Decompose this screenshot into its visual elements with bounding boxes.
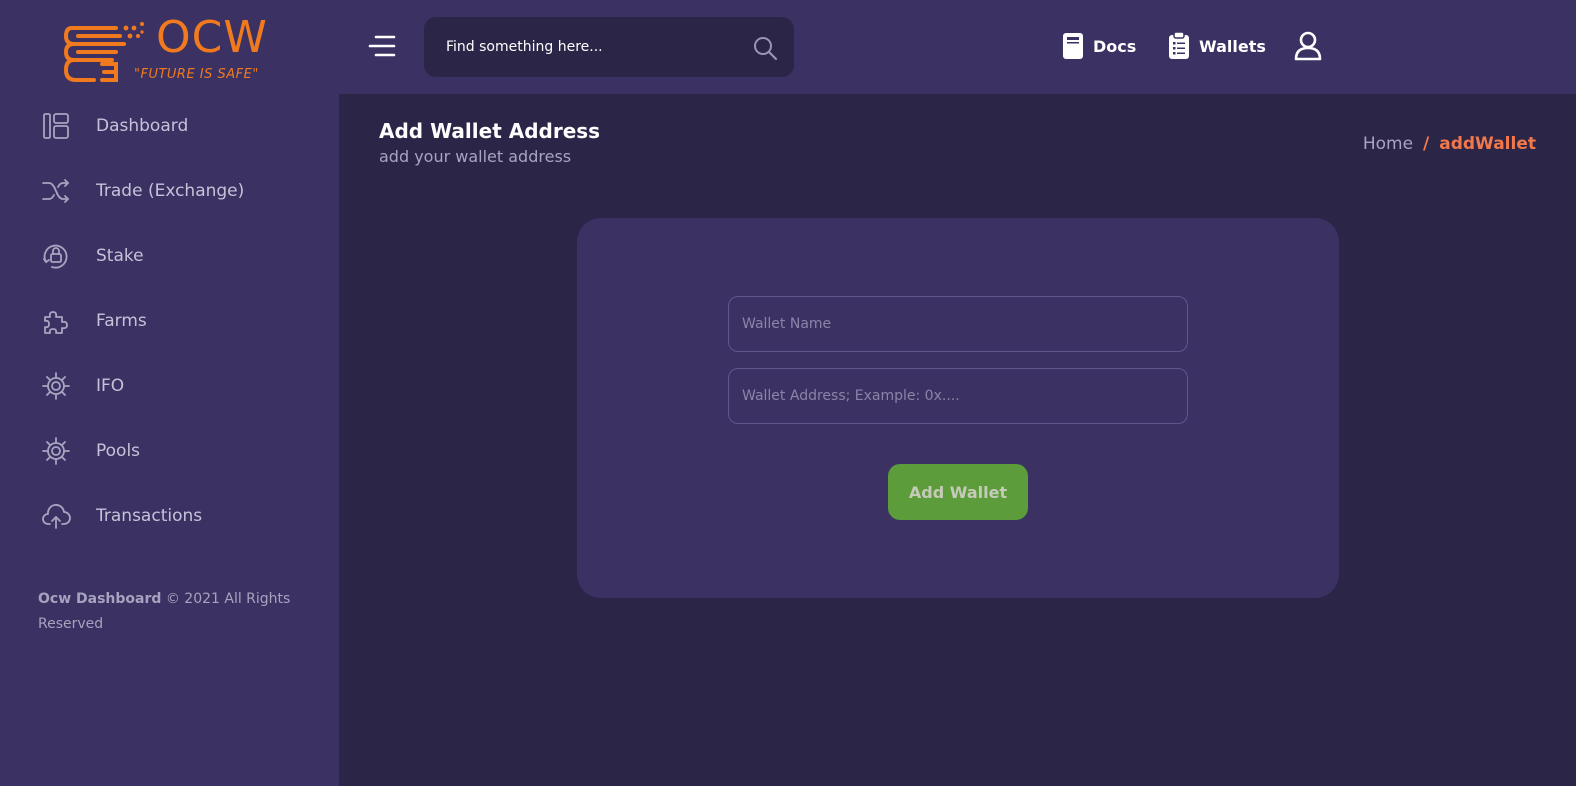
- add-wallet-button[interactable]: Add Wallet: [888, 464, 1028, 520]
- cloud-upload-icon: [42, 504, 71, 529]
- sidebar-item-stake[interactable]: Stake: [40, 236, 310, 276]
- user-profile-icon[interactable]: [1294, 31, 1322, 61]
- sidebar-item-label: IFO: [96, 376, 125, 396]
- gear-icon: [42, 437, 70, 465]
- sidebar-item-label: Farms: [96, 311, 147, 331]
- shuffle-icon: [42, 179, 69, 203]
- docs-link[interactable]: Docs: [1062, 32, 1136, 60]
- sidebar-item-farms[interactable]: Farms: [40, 301, 310, 341]
- gear-icon: [42, 372, 70, 400]
- add-wallet-card: Add Wallet: [577, 218, 1339, 598]
- sidebar-footer: Ocw Dashboard © 2021 All Rights Reserved: [38, 587, 298, 637]
- wallet-address-input[interactable]: [728, 368, 1188, 424]
- wallet-name-input[interactable]: [728, 296, 1188, 352]
- top-header: OCW "FUTURE IS SAFE" Docs: [0, 0, 1576, 94]
- sidebar-item-transactions[interactable]: Transactions: [40, 496, 310, 536]
- hamburger-menu-icon: [368, 35, 396, 57]
- wallets-label: Wallets: [1199, 36, 1266, 56]
- sidebar-item-dashboard[interactable]: Dashboard: [40, 106, 310, 146]
- stake-lock-icon: [43, 244, 68, 269]
- sidebar-item-trade[interactable]: Trade (Exchange): [40, 171, 310, 211]
- search-input[interactable]: [446, 35, 736, 59]
- sidebar-item-label: Pools: [96, 441, 141, 461]
- breadcrumb: Home / addWallet: [1363, 134, 1536, 154]
- breadcrumb-current: addWallet: [1439, 134, 1536, 154]
- sidebar-item-label: Dashboard: [96, 116, 189, 136]
- breadcrumb-home-link[interactable]: Home: [1363, 134, 1413, 154]
- menu-toggle-button[interactable]: [368, 32, 396, 60]
- footer-brand: Ocw Dashboard: [38, 591, 162, 607]
- puzzle-icon: [44, 311, 68, 334]
- search-icon[interactable]: [752, 35, 778, 61]
- wallets-link[interactable]: Wallets: [1168, 32, 1266, 60]
- breadcrumb-separator: /: [1423, 134, 1430, 154]
- sidebar-item-pools[interactable]: Pools: [40, 431, 310, 471]
- sidebar: Dashboard Trade (Exchange) Stake Farms I…: [0, 94, 339, 786]
- search-box: [424, 17, 794, 77]
- sidebar-item-label: Trade (Exchange): [96, 181, 245, 201]
- docs-label: Docs: [1093, 36, 1137, 56]
- sidebar-item-ifo[interactable]: IFO: [40, 366, 310, 406]
- document-icon: [1063, 33, 1083, 59]
- page-title: Add Wallet Address: [379, 119, 601, 143]
- brand-logo[interactable]: OCW "FUTURE IS SAFE": [64, 12, 274, 86]
- page-subtitle: add your wallet address: [379, 147, 572, 166]
- sidebar-item-label: Stake: [96, 246, 144, 266]
- clipboard-icon: [1169, 32, 1189, 59]
- brand-name: OCW: [156, 12, 268, 63]
- sidebar-item-label: Transactions: [96, 506, 203, 526]
- brand-tagline: "FUTURE IS SAFE": [134, 67, 259, 82]
- dashboard-icon: [43, 113, 69, 139]
